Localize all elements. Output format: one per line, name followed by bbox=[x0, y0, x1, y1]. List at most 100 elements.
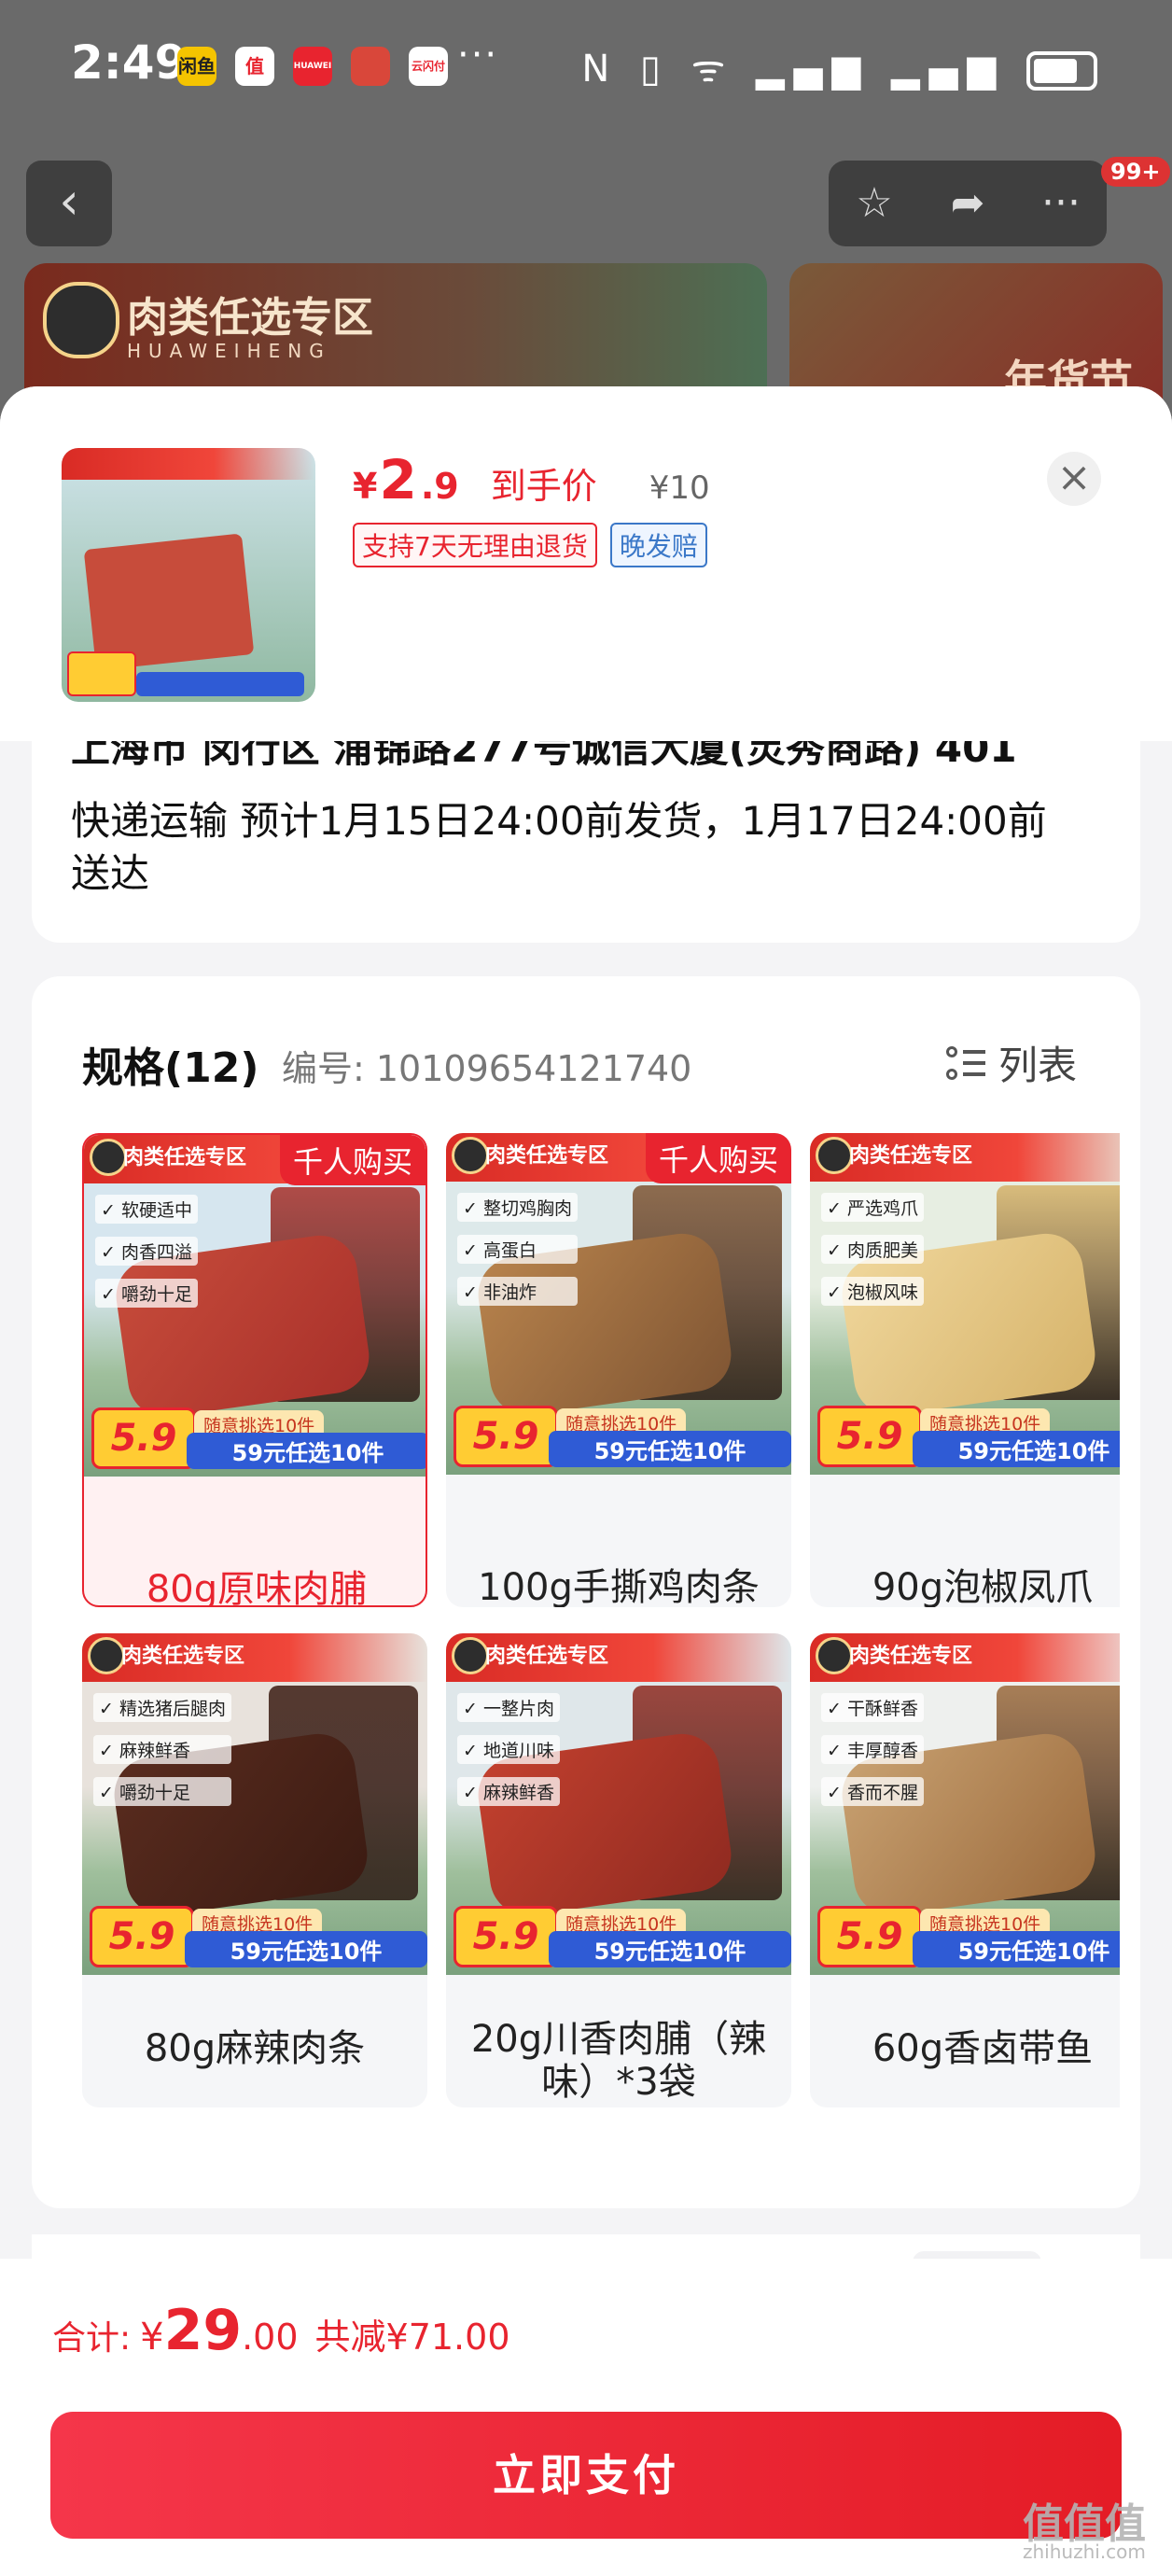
spec-title: 规格(12) bbox=[82, 1044, 259, 1092]
brand-logo bbox=[90, 1139, 127, 1176]
image-feature-bullets: ✓ 整切鸡胸肉 ✓ 高蛋白 ✓ 非油炸 bbox=[457, 1193, 578, 1319]
image-banner-text: 肉类任选专区 bbox=[123, 1146, 247, 1169]
brand-logo bbox=[43, 282, 119, 358]
feature-bullet: ✓ 整切鸡胸肉 bbox=[457, 1193, 578, 1222]
image-banner-text: 肉类任选专区 bbox=[485, 1645, 609, 1668]
spec-option-image: 肉类任选专区 ✓ 软硬适中 ✓ 肉香四溢 ✓ 嚼劲十足 5.9 随意挑选10件 59元任选1… bbox=[84, 1135, 426, 1477]
image-feature-bullets: ✓ 软硬适中 ✓ 肉香四溢 ✓ 嚼劲十足 bbox=[95, 1195, 198, 1321]
delivery-card[interactable]: 上海市 闵行区 浦锦路277号诚信大厦(灵秀商路) 401 快递运输 预计1月1… bbox=[32, 741, 1140, 943]
brand-logo bbox=[88, 1637, 125, 1674]
feature-bullet: ✓ 麻辣鲜香 bbox=[457, 1777, 560, 1806]
banner-title: 肉类任选专区 bbox=[127, 294, 373, 342]
image-feature-bullets: ✓ 严选鸡爪 ✓ 肉质肥美 ✓ 泡椒风味 bbox=[821, 1193, 924, 1319]
spec-option[interactable]: 肉类任选专区 ✓ 一整片肉 ✓ 地道川味 ✓ 麻辣鲜香 5.9 随意挑选10件 59元任选1… bbox=[446, 1633, 791, 2107]
watermark-url: zhihuzhi.com bbox=[1023, 2541, 1146, 2563]
more-notifications-icon: ··· bbox=[457, 34, 499, 77]
xianyu-app-icon: 闲鱼 bbox=[177, 47, 216, 86]
feature-bullet: ✓ 精选猪后腿肉 bbox=[93, 1693, 231, 1722]
feature-bullet: ✓ 泡椒风味 bbox=[821, 1277, 924, 1306]
thumb-jerky-image bbox=[83, 533, 255, 671]
spec-grid: 肉类任选专区 ✓ 软硬适中 ✓ 肉香四溢 ✓ 嚼劲十足 5.9 随意挑选10件 59元任选1… bbox=[82, 1133, 1120, 2113]
spec-option-image: 肉类任选专区 ✓ 干酥鲜香 ✓ 丰厚醇香 ✓ 香而不腥 5.9 随意挑选10件 59元任选1… bbox=[810, 1633, 1120, 1975]
total-label: 合计: bbox=[52, 2319, 132, 2358]
brand-logo bbox=[452, 1137, 489, 1174]
total-integer: 29 bbox=[163, 2298, 243, 2363]
system-status-icons: N ▯ ᯤ ▂▄▆ ▂▄▆ bbox=[581, 41, 1097, 92]
checkout-footer: 合计: ¥ 29 .00 共减¥71.00 立即支付 bbox=[0, 2259, 1172, 2576]
spec-option-label: 80g原味肉脯 bbox=[146, 1568, 368, 1607]
spec-option[interactable]: 肉类任选专区 ✓ 软硬适中 ✓ 肉香四溢 ✓ 嚼劲十足 5.9 随意挑选10件 59元任选1… bbox=[82, 1133, 427, 1607]
back-button[interactable]: ‹ bbox=[26, 161, 112, 246]
image-price-tag: 5.9 bbox=[817, 1406, 922, 1467]
product-code: 编号: 10109654121740 bbox=[282, 1048, 692, 1089]
thumb-promo-tag bbox=[136, 672, 304, 696]
feature-bullet: ✓ 地道川味 bbox=[457, 1735, 560, 1764]
image-promo-banner: 59元任选10件 bbox=[549, 1931, 791, 1967]
image-banner: 肉类任选专区 bbox=[810, 1633, 1120, 1682]
smzdm-app-icon: 值 bbox=[235, 47, 274, 86]
image-banner-text: 肉类任选专区 bbox=[849, 1144, 973, 1168]
feature-bullet: ✓ 干酥鲜香 bbox=[821, 1693, 924, 1722]
spec-card: 规格(12) 编号: 10109654121740 列表 肉类任选专区 ✓ 软硬适… bbox=[32, 976, 1140, 2208]
share-icon[interactable]: ➦ bbox=[922, 161, 1013, 246]
feature-bullet: ✓ 肉质肥美 bbox=[821, 1235, 924, 1264]
top-action-group: ☆ ➦ ··· bbox=[829, 161, 1107, 246]
image-feature-bullets: ✓ 精选猪后腿肉 ✓ 麻辣鲜香 ✓ 嚼劲十足 bbox=[93, 1693, 231, 1819]
spec-option-label: 90g泡椒凤爪 bbox=[872, 1566, 1094, 1607]
total-row: 合计: ¥ 29 .00 共减¥71.00 bbox=[52, 2298, 510, 2363]
return-policy-tag: 支持7天无理由退货 bbox=[353, 523, 597, 567]
list-view-toggle[interactable]: 列表 bbox=[946, 1034, 1077, 1091]
app-notification-icon bbox=[351, 47, 390, 86]
image-promo-banner: 59元任选10件 bbox=[913, 1931, 1120, 1967]
feature-bullet: ✓ 软硬适中 bbox=[95, 1195, 198, 1224]
spec-option[interactable]: 肉类任选专区 ✓ 严选鸡爪 ✓ 肉质肥美 ✓ 泡椒风味 5.9 随意挑选10件 59元任选1… bbox=[810, 1133, 1120, 1607]
background-page: 2:49 闲鱼 值 HUAWEI 云闪付 ··· N ▯ ᯤ ▂▄▆ ▂▄▆ ‹… bbox=[0, 0, 1172, 450]
image-feature-bullets: ✓ 一整片肉 ✓ 地道川味 ✓ 麻辣鲜香 bbox=[457, 1693, 560, 1819]
image-banner-text: 肉类任选专区 bbox=[849, 1645, 973, 1668]
unionpay-app-icon: 云闪付 bbox=[409, 47, 448, 86]
favorite-star-icon[interactable]: ☆ bbox=[829, 161, 920, 246]
brand-logo bbox=[816, 1637, 853, 1674]
image-price-tag: 5.9 bbox=[817, 1906, 922, 1967]
total-decimal: .00 bbox=[242, 2317, 299, 2358]
image-price-tag: 5.9 bbox=[453, 1406, 558, 1467]
image-feature-bullets: ✓ 干酥鲜香 ✓ 丰厚醇香 ✓ 香而不腥 bbox=[821, 1693, 924, 1819]
feature-bullet: ✓ 嚼劲十足 bbox=[93, 1777, 231, 1806]
price-currency: ¥ bbox=[353, 466, 378, 507]
spec-option-image: 肉类任选专区 ✓ 严选鸡爪 ✓ 肉质肥美 ✓ 泡椒风味 5.9 随意挑选10件 59元任选1… bbox=[810, 1133, 1120, 1475]
delivery-address: 上海市 闵行区 浦锦路277号诚信大厦(灵秀商路) 401 bbox=[71, 741, 1017, 771]
image-price-tag: 5.9 bbox=[91, 1407, 196, 1469]
huawei-app-icon: HUAWEI bbox=[293, 47, 332, 86]
image-banner-text: 肉类任选专区 bbox=[485, 1144, 609, 1168]
total-currency: ¥ bbox=[140, 2316, 164, 2359]
original-price: ¥10 bbox=[649, 469, 710, 507]
spec-option[interactable]: 肉类任选专区 ✓ 干酥鲜香 ✓ 丰厚醇香 ✓ 香而不腥 5.9 随意挑选10件 59元任选1… bbox=[810, 1633, 1120, 2107]
image-promo-banner: 59元任选10件 bbox=[549, 1431, 791, 1467]
feature-bullet: ✓ 一整片肉 bbox=[457, 1693, 560, 1722]
feature-bullet: ✓ 嚼劲十足 bbox=[95, 1279, 198, 1308]
spec-option-label: 60g香卤带鱼 bbox=[872, 2027, 1094, 2070]
image-banner: 肉类任选专区 bbox=[446, 1633, 791, 1682]
spec-option-label: 100g手撕鸡肉条 bbox=[478, 1566, 760, 1607]
image-banner: 肉类任选专区 bbox=[82, 1633, 427, 1682]
spec-option-label: 80g麻辣肉条 bbox=[144, 2027, 366, 2070]
popular-badge: 千人购买 bbox=[645, 1133, 791, 1183]
feature-bullet: ✓ 非油炸 bbox=[457, 1277, 578, 1306]
sku-selection-sheet: ¥ 2 .9 到手价 ¥10 支持7天无理由退货 晚发赔 × 上海市 闵行区 浦… bbox=[0, 386, 1172, 2576]
more-menu-icon[interactable]: ··· bbox=[1015, 161, 1107, 246]
spec-option[interactable]: 肉类任选专区 ✓ 精选猪后腿肉 ✓ 麻辣鲜香 ✓ 嚼劲十足 5.9 随意挑选10件 59元任… bbox=[82, 1633, 427, 2107]
image-price-tag: 5.9 bbox=[453, 1906, 558, 1967]
spec-option-image: 肉类任选专区 ✓ 精选猪后腿肉 ✓ 麻辣鲜香 ✓ 嚼劲十足 5.9 随意挑选10件 59元任… bbox=[82, 1633, 427, 1975]
service-tags: 支持7天无理由退货 晚发赔 bbox=[353, 523, 707, 567]
spec-option[interactable]: 肉类任选专区 ✓ 整切鸡胸肉 ✓ 高蛋白 ✓ 非油炸 5.9 随意挑选10件 59元任选10… bbox=[446, 1133, 791, 1607]
product-thumbnail bbox=[62, 448, 315, 702]
banner-subtitle: HUAWEIHENG bbox=[127, 340, 331, 362]
thumb-banner bbox=[62, 448, 315, 480]
brand-logo bbox=[816, 1137, 853, 1174]
pay-now-button[interactable]: 立即支付 bbox=[50, 2412, 1122, 2539]
image-banner: 肉类任选专区 bbox=[810, 1133, 1120, 1182]
close-sheet-button[interactable]: × bbox=[1047, 452, 1101, 506]
image-banner-text: 肉类任选专区 bbox=[121, 1645, 245, 1668]
late-delivery-compensation-tag: 晚发赔 bbox=[609, 523, 707, 567]
thumb-price-tag bbox=[67, 651, 136, 696]
